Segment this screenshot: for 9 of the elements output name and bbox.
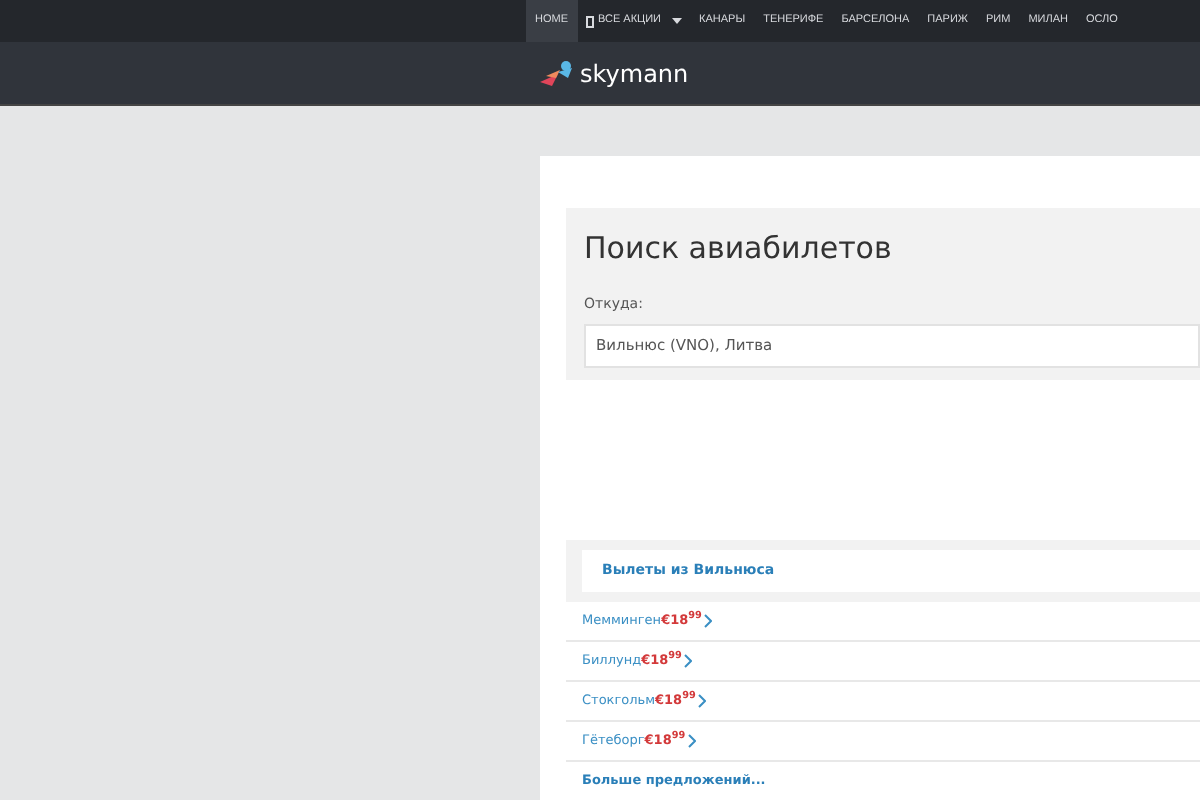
chevron-right-icon <box>687 734 696 748</box>
search-title: Поиск авиабилетов <box>584 228 894 268</box>
flying-figure-icon <box>540 59 576 87</box>
caret-icon <box>671 18 682 24</box>
chevron-right-icon <box>697 694 706 708</box>
chevron-right-icon <box>703 614 712 628</box>
box-icon <box>586 15 594 27</box>
chevron-right-icon <box>683 654 692 668</box>
logo[interactable]: skymann <box>540 59 689 87</box>
